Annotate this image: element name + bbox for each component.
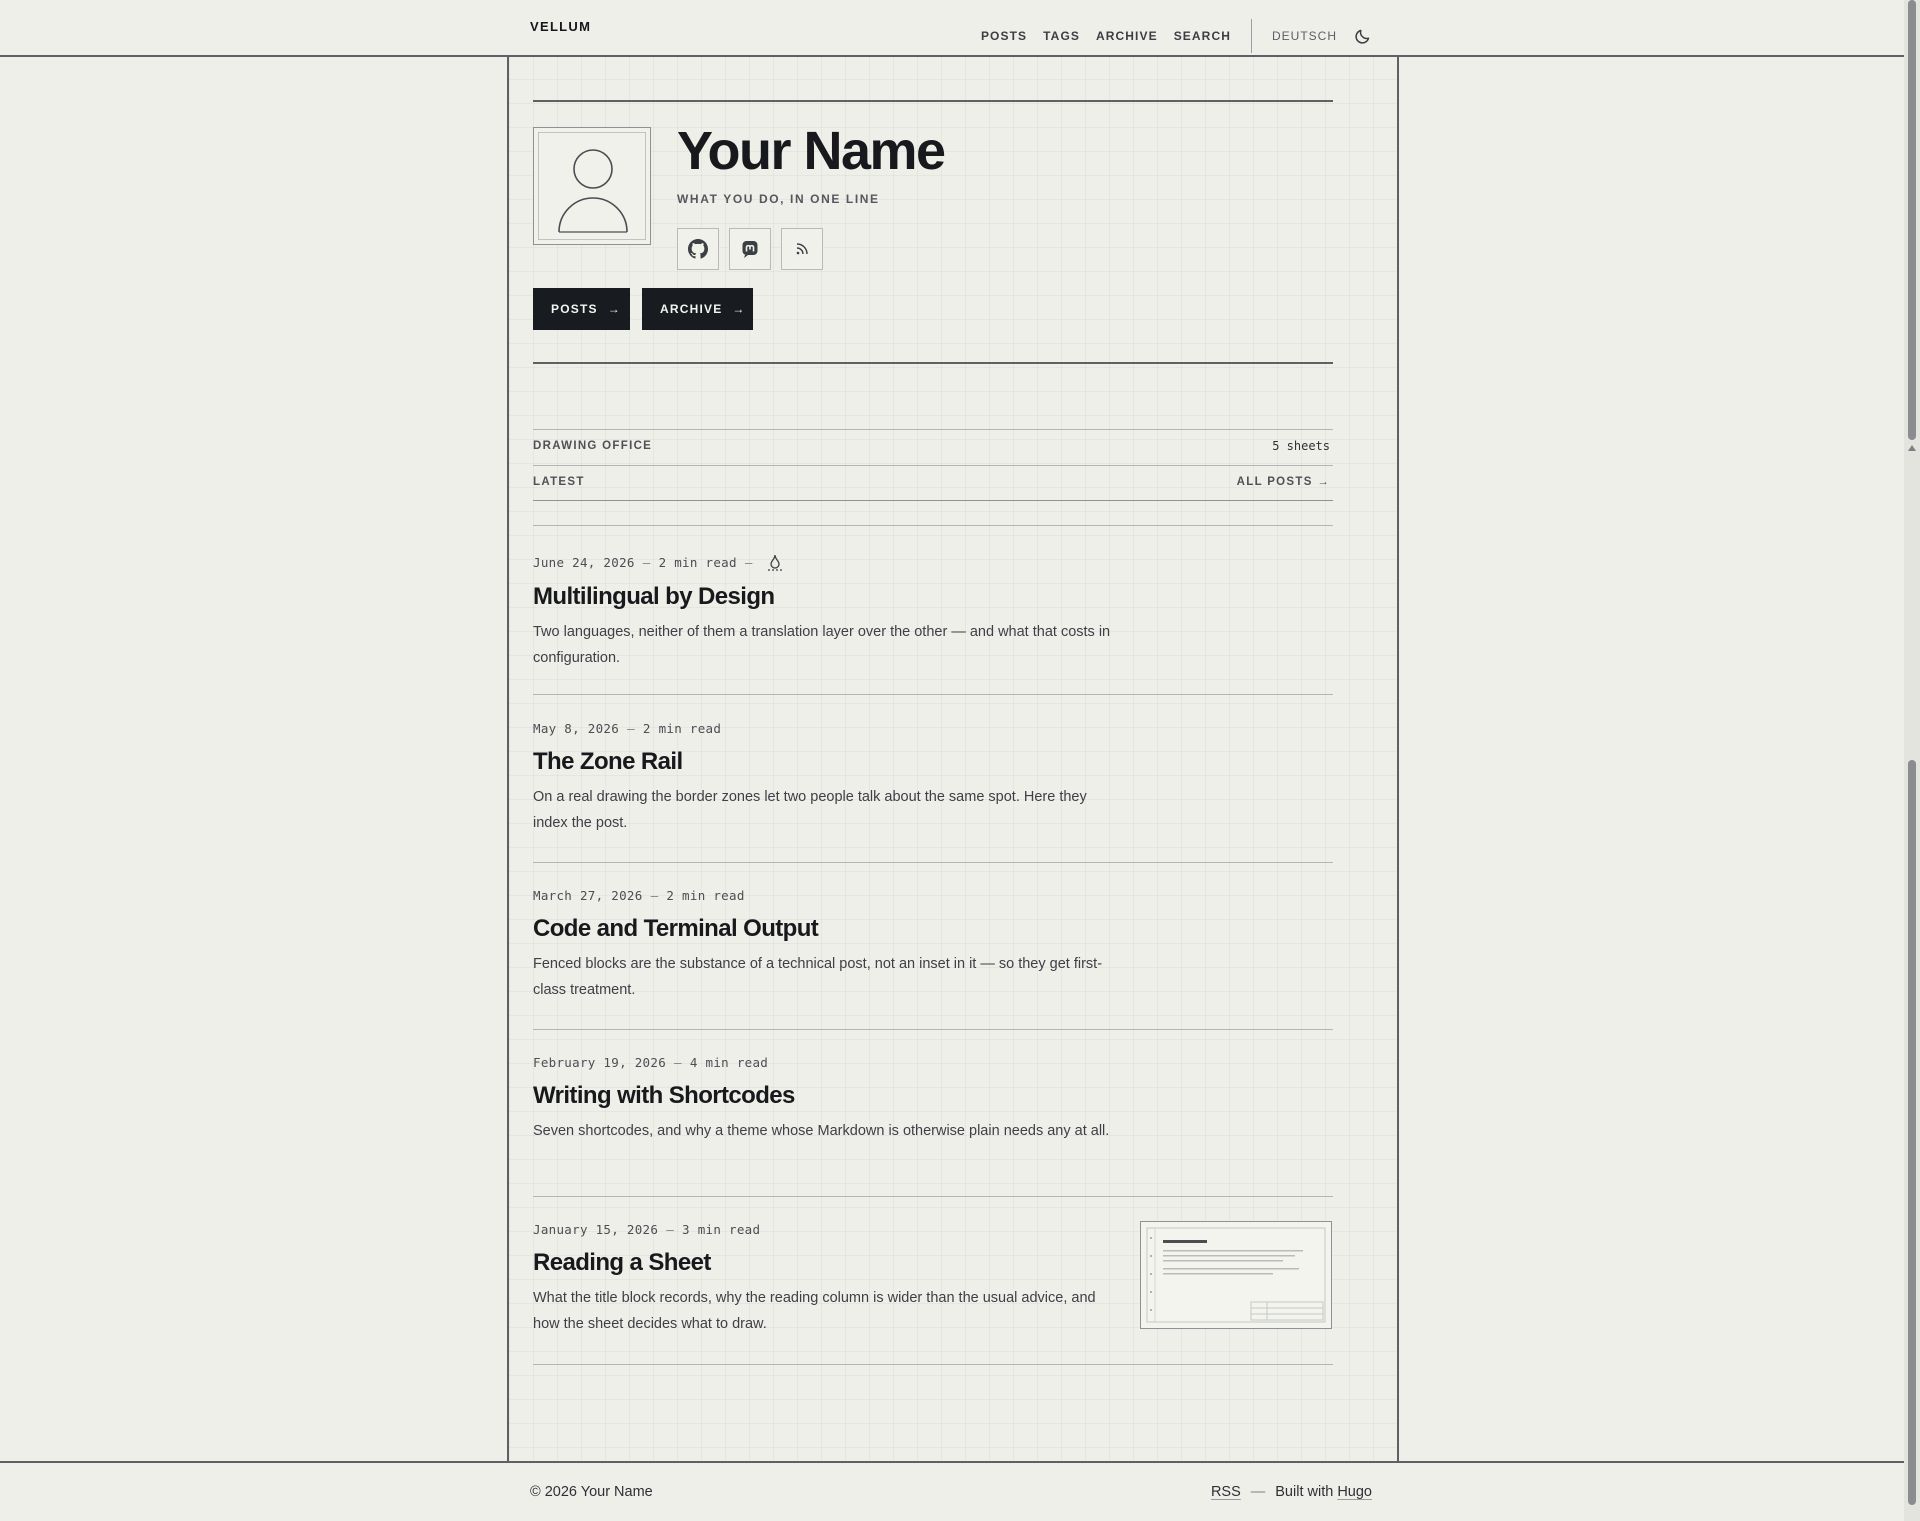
ink-drop-icon bbox=[767, 553, 783, 571]
rss-icon[interactable] bbox=[781, 228, 823, 270]
nav-tags[interactable]: TAGS bbox=[1043, 29, 1080, 43]
hugo-link[interactable]: Hugo bbox=[1337, 1484, 1372, 1500]
profile-tagline: WHAT YOU DO, IN ONE LINE bbox=[677, 192, 880, 206]
post-meta: February 19, 2026—4 min read bbox=[533, 1055, 769, 1070]
drawing-office-label: DRAWING OFFICE bbox=[533, 440, 653, 452]
footer-links: RSS — Built with Hugo bbox=[1211, 1484, 1372, 1500]
nav-search[interactable]: SEARCH bbox=[1174, 29, 1231, 43]
github-icon[interactable] bbox=[677, 228, 719, 270]
post-thumbnail[interactable] bbox=[1140, 1221, 1332, 1329]
post-item[interactable]: June 24, 2026—2 min read — Multilingual b… bbox=[533, 553, 1333, 671]
built-with-text: Built with bbox=[1275, 1484, 1334, 1500]
post-meta: March 27, 2026—2 min read bbox=[533, 888, 745, 903]
main-nav: POSTS TAGS ARCHIVE SEARCH DEUTSCH bbox=[965, 19, 1372, 53]
post-summary: Fenced blocks are the substance of a tec… bbox=[533, 956, 1103, 998]
footer-dash: — bbox=[1250, 1484, 1266, 1500]
nav-posts[interactable]: POSTS bbox=[981, 29, 1027, 43]
divider bbox=[533, 1029, 1333, 1030]
divider bbox=[533, 694, 1333, 695]
hero-top-rule bbox=[533, 100, 1333, 102]
divider bbox=[533, 1196, 1333, 1197]
moon-icon[interactable] bbox=[1354, 27, 1372, 45]
divider bbox=[533, 525, 1333, 526]
sheet-count: 5 sheets bbox=[1272, 439, 1330, 453]
post-item[interactable]: February 19, 2026—4 min read Writing wit… bbox=[533, 1055, 1333, 1144]
language-switch[interactable]: DEUTSCH bbox=[1272, 29, 1337, 43]
post-summary: Two languages, neither of them a transla… bbox=[533, 624, 1111, 666]
post-summary: What the title block records, why the re… bbox=[533, 1290, 1096, 1332]
post-title[interactable]: Writing with Shortcodes bbox=[533, 1082, 1333, 1110]
site-header: VELLUM POSTS TAGS ARCHIVE SEARCH DEUTSCH bbox=[0, 0, 1904, 57]
post-meta: June 24, 2026—2 min read — bbox=[533, 553, 1333, 571]
divider bbox=[533, 862, 1333, 863]
person-icon bbox=[558, 149, 628, 233]
site-brand[interactable]: VELLUM bbox=[530, 19, 591, 34]
post-item[interactable]: May 8, 2026—2 min read The Zone Rail On … bbox=[533, 721, 1333, 836]
nav-divider bbox=[1250, 19, 1252, 53]
divider bbox=[533, 429, 1333, 430]
rss-link[interactable]: RSS bbox=[1211, 1484, 1241, 1500]
mastodon-icon[interactable] bbox=[729, 228, 771, 270]
latest-label: LATEST bbox=[533, 476, 585, 488]
divider bbox=[533, 500, 1333, 501]
hero-bottom-rule bbox=[533, 362, 1333, 364]
avatar bbox=[533, 127, 651, 245]
post-item[interactable]: March 27, 2026—2 min read Code and Termi… bbox=[533, 888, 1333, 1003]
copyright: © 2026 Your Name bbox=[530, 1484, 653, 1500]
divider bbox=[533, 465, 1333, 466]
all-posts-link[interactable]: ALL POSTS → bbox=[1237, 476, 1330, 488]
post-summary: Seven shortcodes, and why a theme whose … bbox=[533, 1123, 1110, 1139]
scrollbar[interactable] bbox=[1904, 0, 1920, 1521]
archive-button[interactable]: ARCHIVE → bbox=[642, 288, 753, 330]
post-title[interactable]: Code and Terminal Output bbox=[533, 915, 1333, 943]
post-summary: On a real drawing the border zones let t… bbox=[533, 789, 1087, 831]
post-meta: May 8, 2026—2 min read bbox=[533, 721, 722, 736]
post-title[interactable]: Multilingual by Design bbox=[533, 583, 1333, 611]
profile-name: Your Name bbox=[677, 121, 946, 181]
nav-archive[interactable]: ARCHIVE bbox=[1096, 29, 1158, 43]
posts-button[interactable]: POSTS → bbox=[533, 288, 630, 330]
divider bbox=[533, 1364, 1333, 1365]
post-title[interactable]: The Zone Rail bbox=[533, 748, 1333, 776]
footer-rule bbox=[0, 1461, 1904, 1463]
